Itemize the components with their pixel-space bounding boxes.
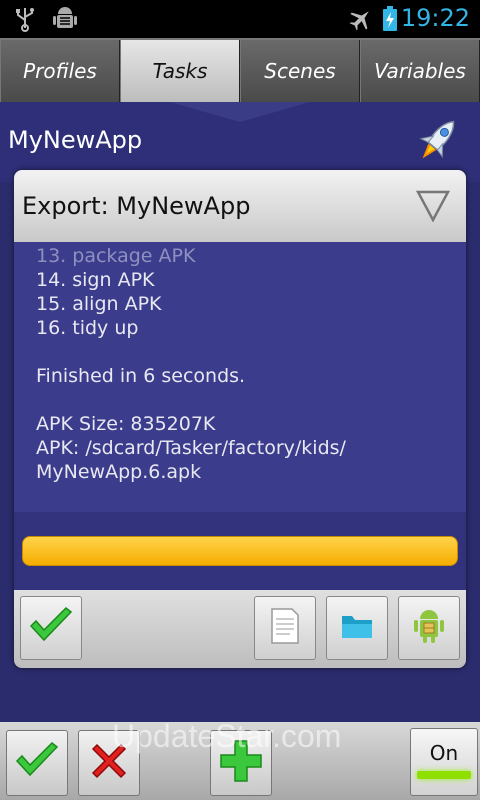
view-document-button[interactable] (254, 596, 316, 660)
tab-variables[interactable]: Variables (360, 40, 480, 102)
airplane-icon (348, 6, 374, 32)
open-folder-button[interactable] (326, 596, 388, 660)
dialog-button-bar (14, 590, 466, 668)
document-icon (270, 607, 300, 649)
status-time: 19:22 (400, 4, 470, 32)
log-line: Finished in 6 seconds. (36, 365, 246, 387)
install-apk-button[interactable] (398, 596, 460, 660)
progress-bar (22, 536, 458, 566)
log-line: APK Size: 835207K (36, 413, 216, 435)
log-line: 16. tidy up (36, 317, 139, 339)
log-line: 15. align APK (36, 293, 162, 315)
progress-area (14, 512, 466, 590)
tab-profiles[interactable]: Profiles (0, 40, 120, 102)
tab-scenes[interactable]: Scenes (240, 40, 360, 102)
status-bar: 19:22 (0, 0, 480, 38)
toggle-label: On (429, 741, 459, 765)
log-gap (36, 340, 466, 364)
triangle-down-icon[interactable] (415, 190, 451, 226)
accept-button[interactable] (6, 730, 68, 796)
tab-tasks[interactable]: Tasks (120, 40, 240, 102)
android-debug-icon (52, 6, 78, 32)
check-icon (28, 606, 74, 650)
tab-pointer (170, 102, 310, 122)
rocket-icon[interactable] (414, 114, 462, 170)
dialog-title: Export: MyNewApp (22, 192, 251, 220)
log-line: APK: /sdcard/Tasker/factory/kids/ (36, 437, 346, 459)
enable-toggle[interactable]: On (410, 728, 478, 796)
usb-icon (14, 6, 36, 32)
export-log: 13. package APK 14. sign APK 15. align A… (14, 242, 466, 512)
log-line: 13. package APK (36, 245, 196, 267)
confirm-button[interactable] (20, 596, 82, 660)
dialog-header: Export: MyNewApp (14, 170, 466, 242)
export-dialog: Export: MyNewApp 13. package APK 14. sig… (14, 170, 466, 668)
check-icon (14, 741, 60, 785)
log-line: 14. sign APK (36, 269, 155, 291)
log-gap (36, 388, 466, 412)
tab-bar: Profiles Tasks Scenes Variables (0, 38, 480, 102)
battery-icon (382, 6, 398, 32)
log-line: MyNewApp.6.apk (36, 461, 202, 483)
toggle-indicator (417, 771, 471, 779)
folder-icon (340, 612, 374, 644)
page-title: MyNewApp (8, 126, 143, 154)
watermark: UpdateStar.com (112, 718, 342, 754)
android-icon (412, 607, 446, 649)
